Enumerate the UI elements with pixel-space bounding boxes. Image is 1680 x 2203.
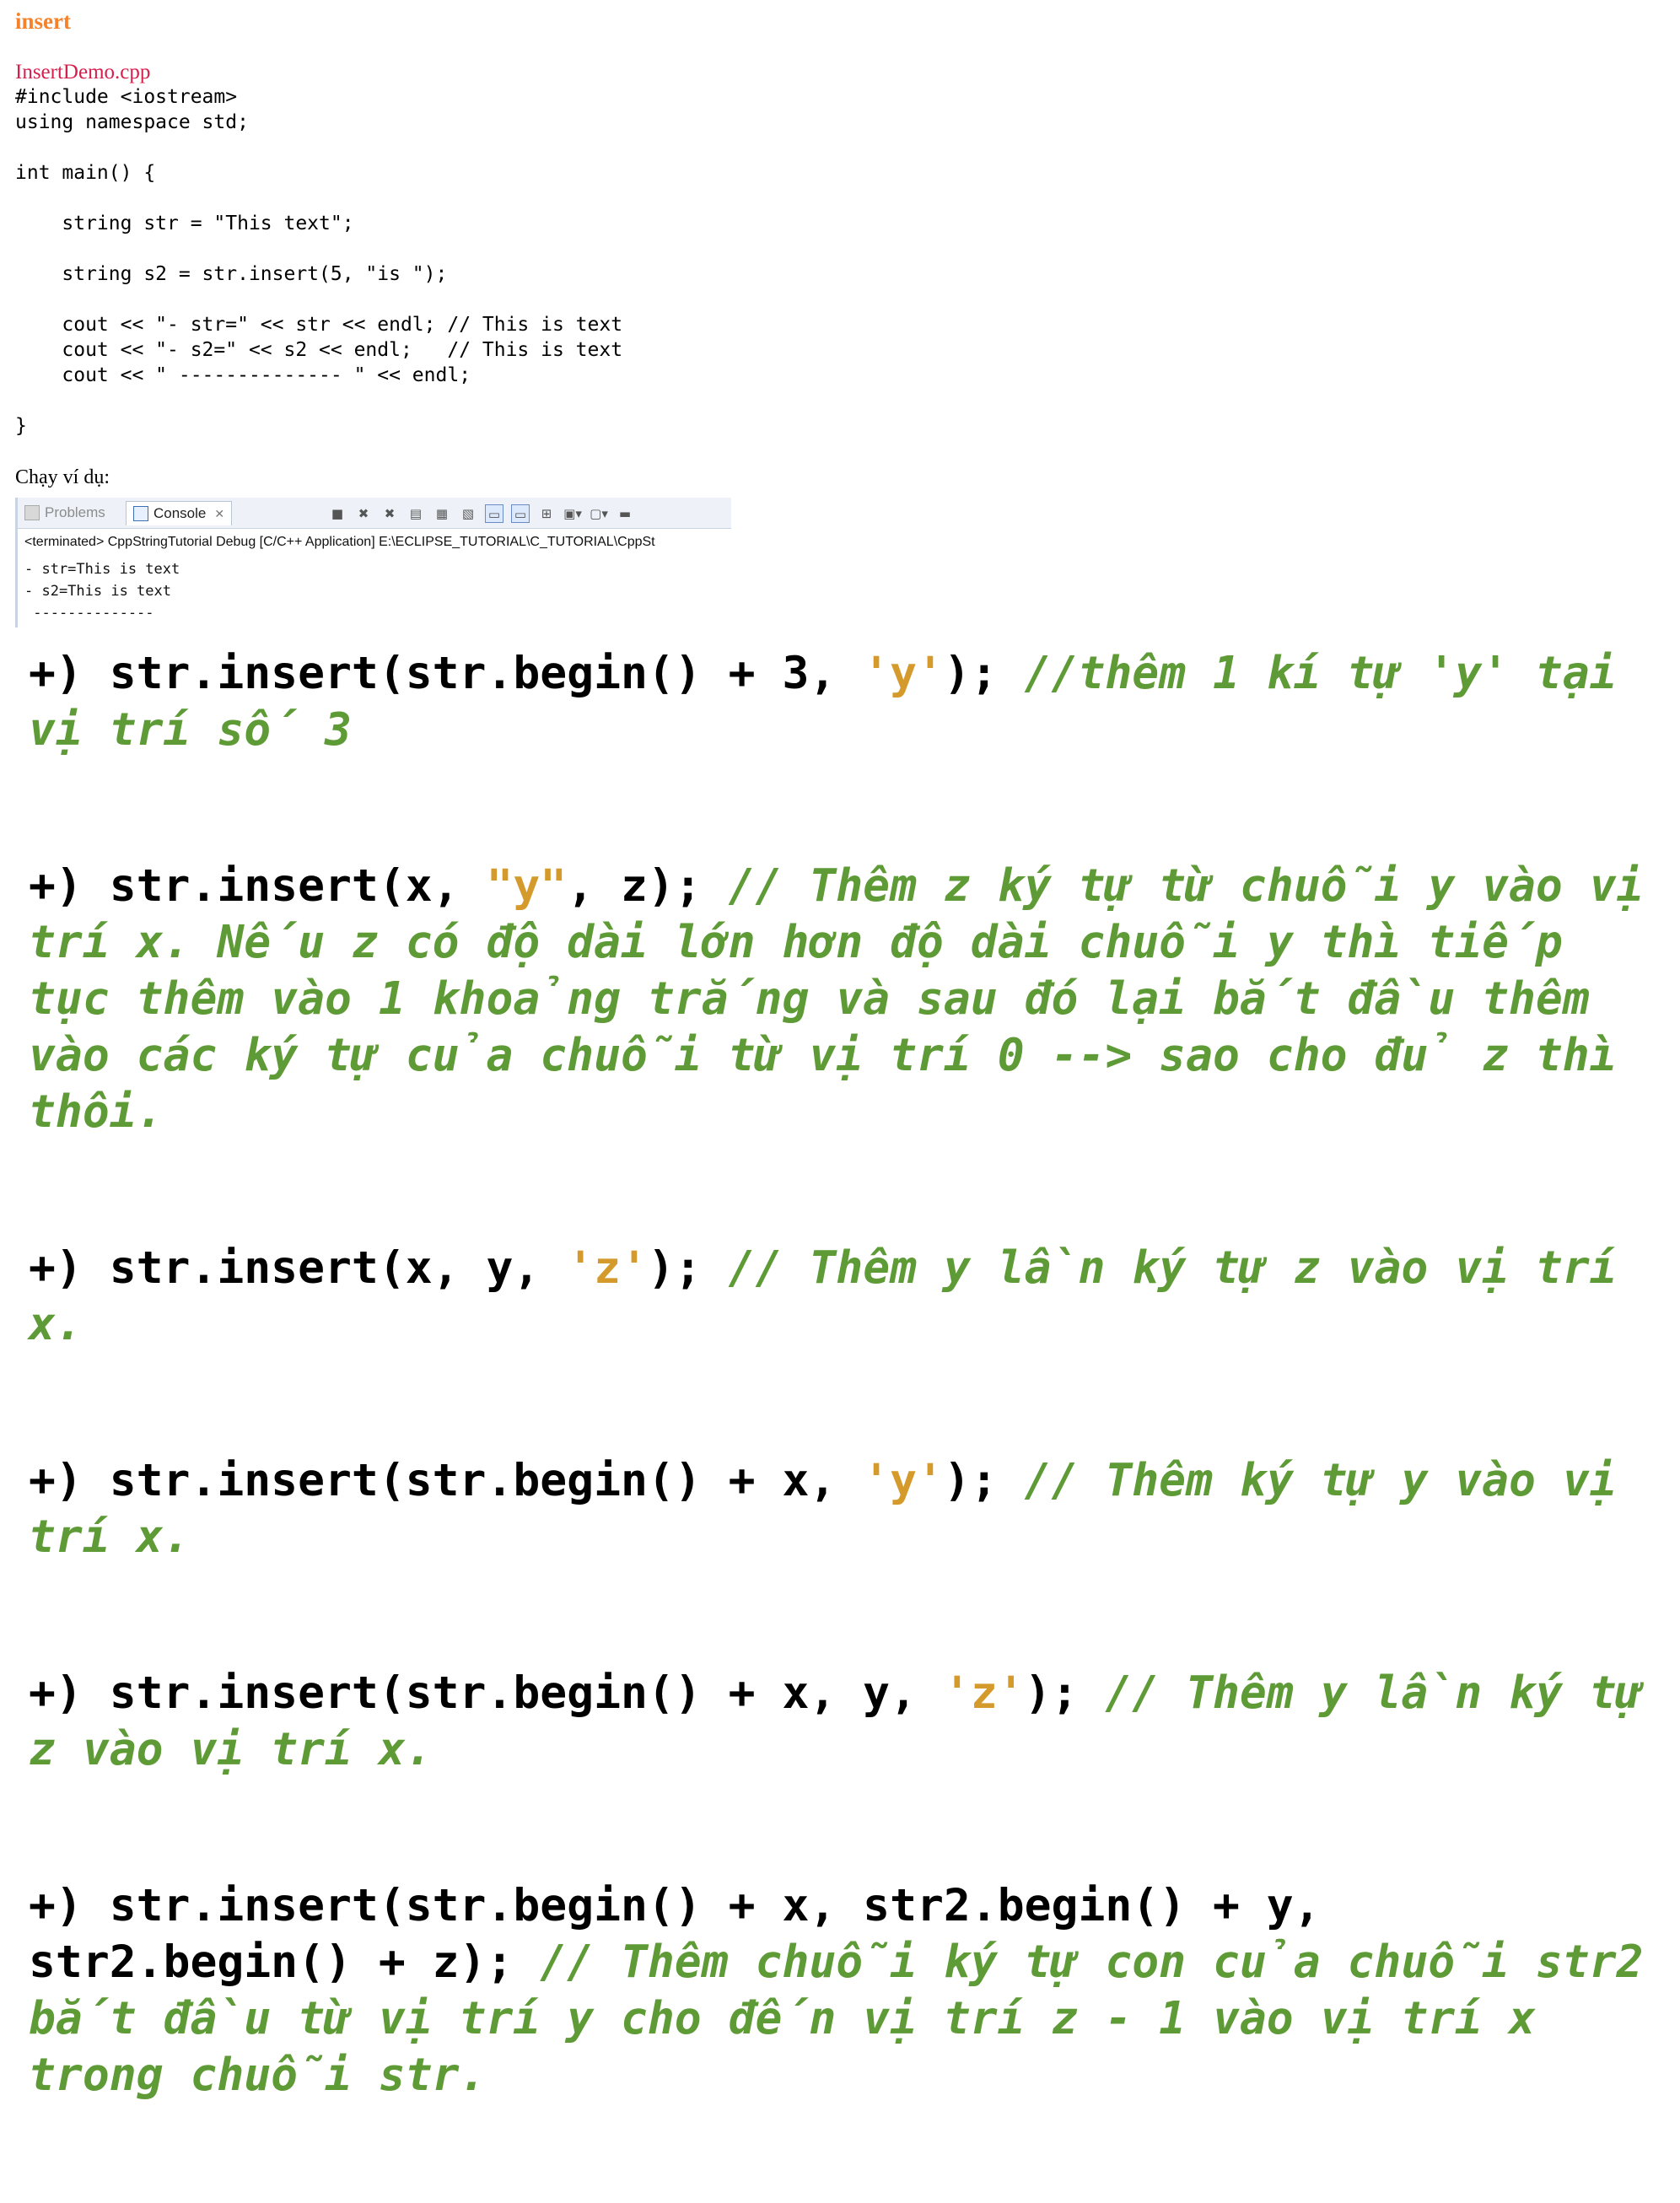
- code-line: string str = "This text";: [15, 213, 354, 234]
- code-block: #include <iostream> using namespace std; i…: [15, 84, 622, 439]
- note-literal: 'z': [567, 1242, 648, 1294]
- note-code: +) str.insert(str.begin() + x,: [29, 1455, 864, 1506]
- tab-console-label: Console: [153, 505, 207, 521]
- note-insert-pos-string-count: +) str.insert(x, "y", z); // Thêm z ký t…: [29, 858, 1665, 1140]
- console-output-line: - s2=This is text: [24, 583, 171, 600]
- note-insert-iterator-char: +) str.insert(str.begin() + 3, 'y'); //t…: [29, 645, 1665, 758]
- note-insert-iterator-count-char: +) str.insert(str.begin() + x, y, 'z'); …: [29, 1665, 1665, 1778]
- console-status-line: <terminated> CppStringTutorial Debug [C/…: [24, 535, 655, 549]
- scroll-lock-icon[interactable]: ▦: [433, 504, 451, 523]
- code-line: cout << "- s2=" << s2 << endl; // This i…: [15, 339, 623, 361]
- note-code: );: [647, 1242, 729, 1294]
- problems-icon: [24, 505, 40, 520]
- run-example-label: Chạy ví dụ:: [15, 466, 110, 488]
- source-filename: InsertDemo.cpp: [15, 61, 151, 83]
- open-console-icon[interactable]: ▢▾: [590, 504, 608, 523]
- insert-overloads-list: +) str.insert(str.begin() + 3, 'y'); //t…: [29, 645, 1665, 2203]
- note-code: +) str.insert(str.begin() + 3,: [29, 648, 864, 699]
- note-code: );: [1024, 1667, 1106, 1719]
- note-literal: 'z': [943, 1667, 1025, 1719]
- word-wrap-icon[interactable]: ▧: [459, 504, 477, 523]
- console-tab-bar: Problems Console ✕ ■ ✖ ✖ ▤ ▦ ▧ ▭ ▭ ⊞ ▣▾ …: [18, 498, 731, 529]
- display-console-icon[interactable]: ▣▾: [563, 504, 582, 523]
- note-literal: "y": [486, 860, 568, 912]
- remove-launch-icon[interactable]: ✖: [354, 504, 373, 523]
- show-on-stdout-icon[interactable]: ▭: [485, 504, 503, 523]
- note-code: +) str.insert(x,: [29, 860, 487, 912]
- tab-problems[interactable]: Problems: [24, 501, 105, 525]
- console-toolbar: ■ ✖ ✖ ▤ ▦ ▧ ▭ ▭ ⊞ ▣▾ ▢▾ ▬: [328, 503, 634, 525]
- note-code: +) str.insert(x, y,: [29, 1242, 568, 1294]
- console-output-line: - str=This is text: [24, 561, 180, 578]
- note-literal: 'y': [863, 1455, 944, 1506]
- tab-console[interactable]: Console ✕: [126, 501, 233, 525]
- note-code: );: [943, 1455, 1025, 1506]
- note-code: +) str.insert(str.begin() + x, y,: [29, 1667, 944, 1719]
- show-on-stderr-icon[interactable]: ▭: [511, 504, 530, 523]
- code-line: int main() {: [15, 162, 156, 184]
- code-line: cout << " -------------- " << endl;: [15, 364, 471, 386]
- tab-problems-label: Problems: [45, 504, 105, 520]
- page-title: insert: [15, 8, 71, 34]
- code-line: }: [15, 415, 27, 437]
- console-output: - str=This is text - s2=This is text ---…: [24, 558, 180, 624]
- note-literal: 'y': [863, 648, 944, 699]
- note-insert-iterator-range: +) str.insert(str.begin() + x, str2.begi…: [29, 1877, 1665, 2103]
- close-icon[interactable]: ✕: [214, 507, 224, 521]
- remove-all-icon[interactable]: ✖: [380, 504, 399, 523]
- code-line: #include <iostream>: [15, 86, 238, 108]
- note-code: );: [943, 648, 1025, 699]
- clear-console-icon[interactable]: ▤: [407, 504, 425, 523]
- code-line: using namespace std;: [15, 111, 249, 133]
- minimize-icon[interactable]: ▬: [616, 504, 634, 523]
- console-view-screenshot: Problems Console ✕ ■ ✖ ✖ ▤ ▦ ▧ ▭ ▭ ⊞ ▣▾ …: [15, 498, 731, 628]
- pin-console-icon[interactable]: ⊞: [537, 504, 556, 523]
- console-output-line: --------------: [24, 605, 154, 622]
- code-line: cout << "- str=" << str << endl; // This…: [15, 314, 623, 336]
- terminate-icon[interactable]: ■: [328, 504, 347, 523]
- console-icon: [133, 506, 148, 521]
- note-code: , z);: [567, 860, 729, 912]
- code-line: string s2 = str.insert(5, "is ");: [15, 263, 448, 285]
- note-insert-pos-count-char: +) str.insert(x, y, 'z'); // Thêm y lần …: [29, 1240, 1665, 1353]
- note-insert-iterator-char-x: +) str.insert(str.begin() + x, 'y'); // …: [29, 1452, 1665, 1565]
